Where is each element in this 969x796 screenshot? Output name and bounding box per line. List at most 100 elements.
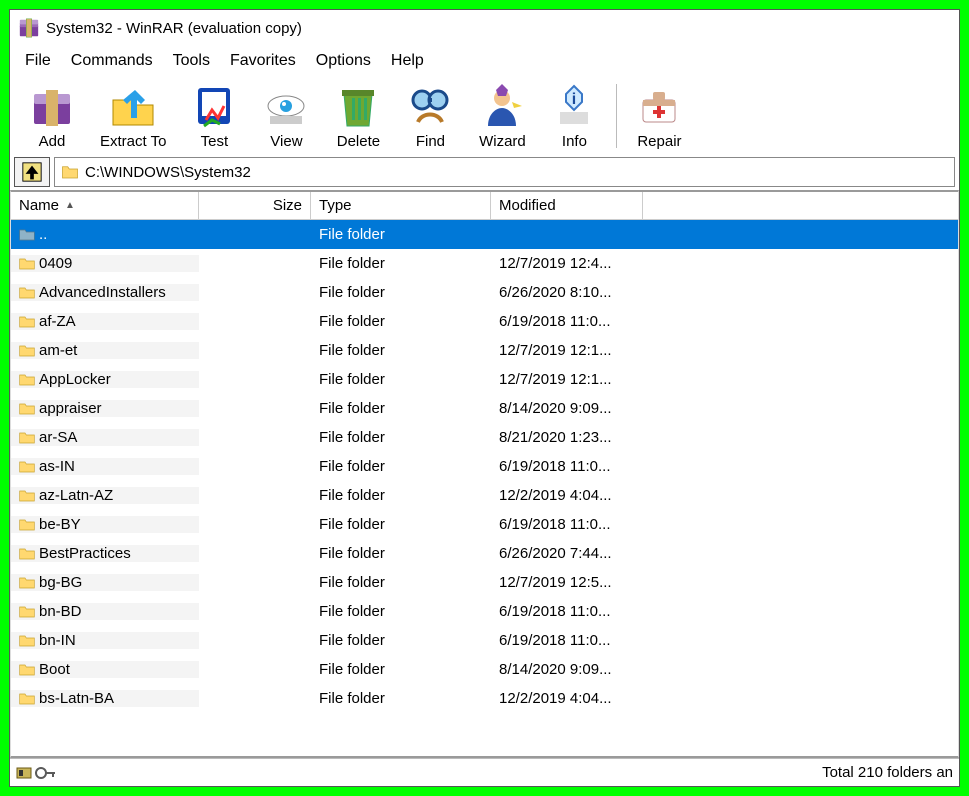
repair-icon (635, 82, 683, 130)
file-modified: 6/19/2018 11:0... (491, 516, 643, 533)
file-row[interactable]: bg-BGFile folder12/7/2019 12:5... (11, 568, 958, 597)
file-row[interactable]: az-Latn-AZFile folder12/2/2019 4:04... (11, 481, 958, 510)
file-row[interactable]: AdvancedInstallersFile folder6/26/2020 8… (11, 278, 958, 307)
menu-tools[interactable]: Tools (164, 48, 219, 74)
file-name: BestPractices (39, 545, 131, 562)
file-type: File folder (311, 690, 491, 707)
file-type: File folder (311, 429, 491, 446)
folder-icon (19, 286, 35, 300)
menu-commands[interactable]: Commands (62, 48, 162, 74)
file-row[interactable]: bn-BDFile folder6/19/2018 11:0... (11, 597, 958, 626)
toolbar: Add Extract To Test ViewDelete Find Wizard iIn… (10, 76, 959, 154)
path-box[interactable]: C:\WINDOWS\System32 (54, 157, 955, 187)
file-name: bn-IN (39, 632, 76, 649)
toolbar-repair-button[interactable]: Repair (623, 80, 695, 152)
toolbar-extract-to-button[interactable]: Extract To (88, 80, 178, 152)
info-icon: i (550, 82, 598, 130)
file-row[interactable]: af-ZAFile folder6/19/2018 11:0... (11, 307, 958, 336)
folder-icon (19, 431, 35, 445)
file-row[interactable]: ar-SAFile folder8/21/2020 1:23... (11, 423, 958, 452)
file-rows: ..File folder0409File folder12/7/2019 12… (11, 220, 958, 756)
file-name: AppLocker (39, 371, 111, 388)
toolbar-find-button[interactable]: Find (394, 80, 466, 152)
folder-icon (19, 315, 35, 329)
folder-icon (19, 489, 35, 503)
file-name: bg-BG (39, 574, 82, 591)
menu-options[interactable]: Options (307, 48, 380, 74)
toolbar-info-button[interactable]: iInfo (538, 80, 610, 152)
test-icon (190, 82, 238, 130)
svg-text:i: i (572, 91, 576, 108)
file-row[interactable]: be-BYFile folder6/19/2018 11:0... (11, 510, 958, 539)
file-row[interactable]: bn-IN File folder6/19/2018 11:0... (11, 626, 958, 655)
nav-up-button[interactable] (14, 157, 50, 187)
toolbar-label: Repair (637, 133, 681, 150)
file-modified: 8/14/2020 9:09... (491, 661, 643, 678)
folder-icon (19, 634, 35, 648)
file-modified: 12/2/2019 4:04... (491, 690, 643, 707)
sort-asc-icon: ▲ (65, 200, 75, 211)
view-icon (262, 82, 310, 130)
file-row[interactable]: bs-Latn-BA File folder12/2/2019 4:04... (11, 684, 958, 713)
folder-icon (19, 373, 35, 387)
file-modified: 6/19/2018 11:0... (491, 632, 643, 649)
folder-icon (19, 344, 35, 358)
file-name: ar-SA (39, 429, 77, 446)
file-type: File folder (311, 458, 491, 475)
toolbar-label: Wizard (479, 133, 526, 150)
file-modified: 8/14/2020 9:09... (491, 400, 643, 417)
add-icon (28, 82, 76, 130)
file-name: bs-Latn-BA (39, 690, 114, 707)
file-row[interactable]: appraiser File folder8/14/2020 9:09... (11, 394, 958, 423)
parent-folder-icon (19, 228, 35, 242)
file-row[interactable]: AppLockerFile folder12/7/2019 12:1... (11, 365, 958, 394)
winrar-app-icon (18, 17, 40, 39)
toolbar-label: Extract To (100, 133, 166, 150)
file-name: be-BY (39, 516, 81, 533)
folder-icon (19, 663, 35, 677)
file-name: .. (39, 226, 47, 243)
file-type: File folder (311, 342, 491, 359)
file-row[interactable]: 0409File folder12/7/2019 12:4... (11, 249, 958, 278)
folder-icon (19, 576, 35, 590)
toolbar-wizard-button[interactable]: Wizard (466, 80, 538, 152)
file-type: File folder (311, 255, 491, 272)
folder-icon (19, 605, 35, 619)
toolbar-view-button[interactable]: View (250, 80, 322, 152)
toolbar-test-button[interactable]: Test (178, 80, 250, 152)
toolbar-label: Test (201, 133, 229, 150)
file-name: 0409 (39, 255, 72, 272)
file-modified: 12/2/2019 4:04... (491, 487, 643, 504)
file-name: appraiser (39, 400, 102, 417)
toolbar-label: Add (39, 133, 66, 150)
file-name: as-IN (39, 458, 75, 475)
menu-file[interactable]: File (16, 48, 60, 74)
file-row[interactable]: am-et File folder12/7/2019 12:1... (11, 336, 958, 365)
file-type: File folder (311, 313, 491, 330)
file-row[interactable]: BestPracticesFile folder6/26/2020 7:44..… (11, 539, 958, 568)
file-name: af-ZA (39, 313, 76, 330)
toolbar-add-button[interactable]: Add (16, 80, 88, 152)
col-header-size[interactable]: Size (199, 192, 311, 219)
arrow-up-icon (21, 161, 43, 183)
file-row[interactable]: BootFile folder8/14/2020 9:09... (11, 655, 958, 684)
file-modified: 12/7/2019 12:1... (491, 342, 643, 359)
menu-favorites[interactable]: Favorites (221, 48, 305, 74)
file-type: File folder (311, 400, 491, 417)
toolbar-delete-button[interactable]: Delete (322, 80, 394, 152)
file-type: File folder (311, 632, 491, 649)
col-header-name[interactable]: Name ▲ (11, 192, 199, 219)
nav-bar: C:\WINDOWS\System32 (10, 154, 959, 190)
folder-icon (19, 460, 35, 474)
file-row[interactable]: as-IN File folder6/19/2018 11:0... (11, 452, 958, 481)
file-modified: 6/19/2018 11:0... (491, 458, 643, 475)
col-header-modified[interactable]: Modified (491, 192, 643, 219)
menu-help[interactable]: Help (382, 48, 433, 74)
file-name: am-et (39, 342, 77, 359)
file-row[interactable]: ..File folder (11, 220, 958, 249)
file-type: File folder (311, 661, 491, 678)
disk-key-icon (16, 764, 56, 782)
col-header-type[interactable]: Type (311, 192, 491, 219)
toolbar-label: Find (416, 133, 445, 150)
folder-icon (19, 518, 35, 532)
